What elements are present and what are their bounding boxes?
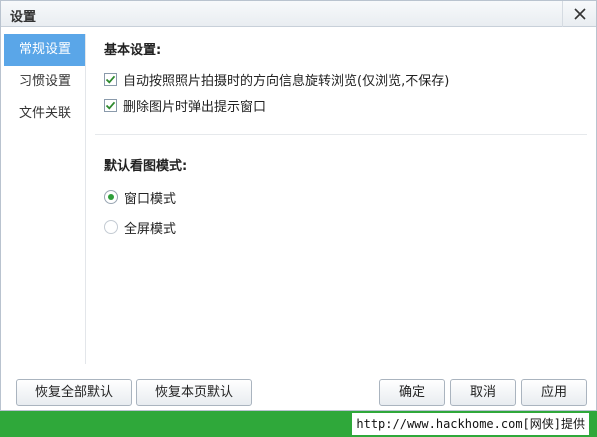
radio-selected-icon	[104, 190, 118, 204]
auto-rotate-label: 自动按照照片拍摄时的方向信息旋转浏览(仅浏览,不保存)	[123, 73, 450, 89]
radio-unselected-icon	[104, 220, 118, 234]
fullscreen-mode-radio[interactable]: 全屏模式	[104, 218, 584, 237]
window-mode-radio[interactable]: 窗口模式	[104, 188, 584, 207]
checkbox-checked-icon	[104, 98, 117, 112]
title-bar: 设置	[1, 1, 596, 27]
ok-button[interactable]: 确定	[379, 379, 445, 406]
apply-button[interactable]: 应用	[521, 379, 587, 406]
watermark-bar: http://www.hackhome.com[网侠]提供	[0, 411, 597, 437]
restore-all-defaults-button[interactable]: 恢复全部默认	[16, 379, 132, 406]
sidebar-item-label: 常规设置	[19, 42, 72, 57]
checkbox-checked-icon	[104, 72, 117, 86]
basic-settings-heading: 基本设置:	[104, 43, 162, 58]
dialog-title: 设置	[10, 10, 37, 25]
watermark-text: http://www.hackhome.com[网侠]提供	[352, 413, 589, 435]
close-icon	[573, 8, 586, 20]
auto-rotate-checkbox[interactable]: 自动按照照片拍摄时的方向信息旋转浏览(仅浏览,不保存)	[104, 70, 584, 89]
settings-content: 基本设置: 自动按照照片拍摄时的方向信息旋转浏览(仅浏览,不保存) 删除图片时弹…	[104, 34, 584, 237]
view-mode-heading: 默认看图模式:	[104, 159, 188, 174]
delete-prompt-label: 删除图片时弹出提示窗口	[123, 99, 267, 115]
delete-prompt-checkbox[interactable]: 删除图片时弹出提示窗口	[104, 96, 584, 115]
window-mode-label: 窗口模式	[124, 191, 177, 207]
sidebar-item-label: 文件关联	[19, 106, 72, 121]
restore-page-defaults-button[interactable]: 恢复本页默认	[136, 379, 252, 406]
fullscreen-mode-label: 全屏模式	[124, 221, 177, 237]
close-button[interactable]	[562, 1, 596, 27]
sidebar-item-general[interactable]: 常规设置	[4, 34, 85, 66]
sidebar-item-habits[interactable]: 习惯设置	[4, 66, 85, 98]
cancel-button[interactable]: 取消	[450, 379, 516, 406]
settings-sidebar: 常规设置 习惯设置 文件关联	[4, 34, 86, 364]
sidebar-item-file-association[interactable]: 文件关联	[4, 98, 85, 130]
section-divider	[95, 134, 587, 135]
sidebar-item-label: 习惯设置	[19, 74, 72, 89]
settings-dialog: 设置 常规设置 习惯设置 文件关联 基本设置: 自动按照照片拍摄时的方向信息旋转…	[0, 0, 597, 411]
